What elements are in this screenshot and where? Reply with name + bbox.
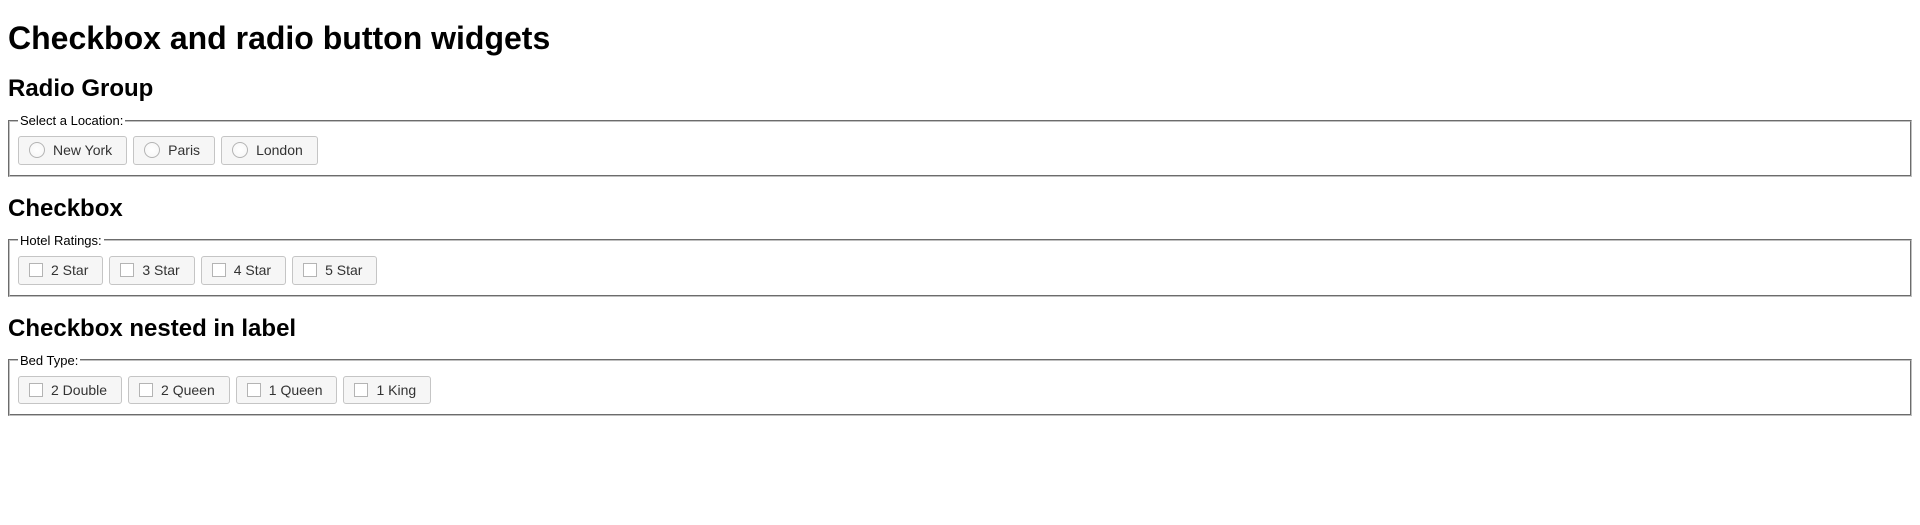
radio-option-new-york[interactable]: New York [18, 136, 127, 165]
checkbox-option-2-queen[interactable]: 2 Queen [128, 376, 230, 405]
radio-option-paris[interactable]: Paris [133, 136, 215, 165]
section-heading-checkbox: Checkbox [8, 195, 1912, 223]
checkbox-group-ratings: 2 Star 3 Star 4 Star 5 Star [18, 256, 1902, 285]
fieldset-location: Select a Location: New York Paris London [8, 113, 1912, 177]
radio-label: New York [53, 142, 112, 159]
checkbox-option-1-king[interactable]: 1 King [343, 376, 431, 405]
checkbox-label: 5 Star [325, 262, 362, 279]
checkbox-icon [29, 383, 43, 397]
checkbox-icon [139, 383, 153, 397]
checkbox-icon [247, 383, 261, 397]
radio-icon [232, 142, 248, 158]
radio-icon [29, 142, 45, 158]
checkbox-option-1-queen[interactable]: 1 Queen [236, 376, 338, 405]
checkbox-label: 2 Queen [161, 382, 215, 399]
checkbox-label: 2 Star [51, 262, 88, 279]
checkbox-icon [212, 263, 226, 277]
checkbox-option-5-star[interactable]: 5 Star [292, 256, 377, 285]
radio-label: London [256, 142, 303, 159]
checkbox-label: 3 Star [142, 262, 179, 279]
radio-group-location: New York Paris London [18, 136, 1902, 165]
checkbox-option-2-star[interactable]: 2 Star [18, 256, 103, 285]
checkbox-option-2-double[interactable]: 2 Double [18, 376, 122, 405]
legend-hotel-ratings: Hotel Ratings: [18, 233, 104, 248]
fieldset-bed-type: Bed Type: 2 Double 2 Queen 1 Queen 1 Kin… [8, 353, 1912, 417]
radio-label: Paris [168, 142, 200, 159]
section-heading-radio: Radio Group [8, 75, 1912, 103]
checkbox-group-bed-type: 2 Double 2 Queen 1 Queen 1 King [18, 376, 1902, 405]
checkbox-icon [120, 263, 134, 277]
checkbox-icon [354, 383, 368, 397]
checkbox-label: 4 Star [234, 262, 271, 279]
section-heading-nested: Checkbox nested in label [8, 315, 1912, 343]
checkbox-label: 1 Queen [269, 382, 323, 399]
fieldset-hotel-ratings: Hotel Ratings: 2 Star 3 Star 4 Star 5 St… [8, 233, 1912, 297]
checkbox-icon [303, 263, 317, 277]
legend-bed-type: Bed Type: [18, 353, 80, 368]
checkbox-option-4-star[interactable]: 4 Star [201, 256, 286, 285]
radio-icon [144, 142, 160, 158]
radio-option-london[interactable]: London [221, 136, 318, 165]
checkbox-option-3-star[interactable]: 3 Star [109, 256, 194, 285]
checkbox-icon [29, 263, 43, 277]
checkbox-label: 1 King [376, 382, 416, 399]
page-title: Checkbox and radio button widgets [8, 20, 1912, 57]
checkbox-label: 2 Double [51, 382, 107, 399]
legend-location: Select a Location: [18, 113, 125, 128]
